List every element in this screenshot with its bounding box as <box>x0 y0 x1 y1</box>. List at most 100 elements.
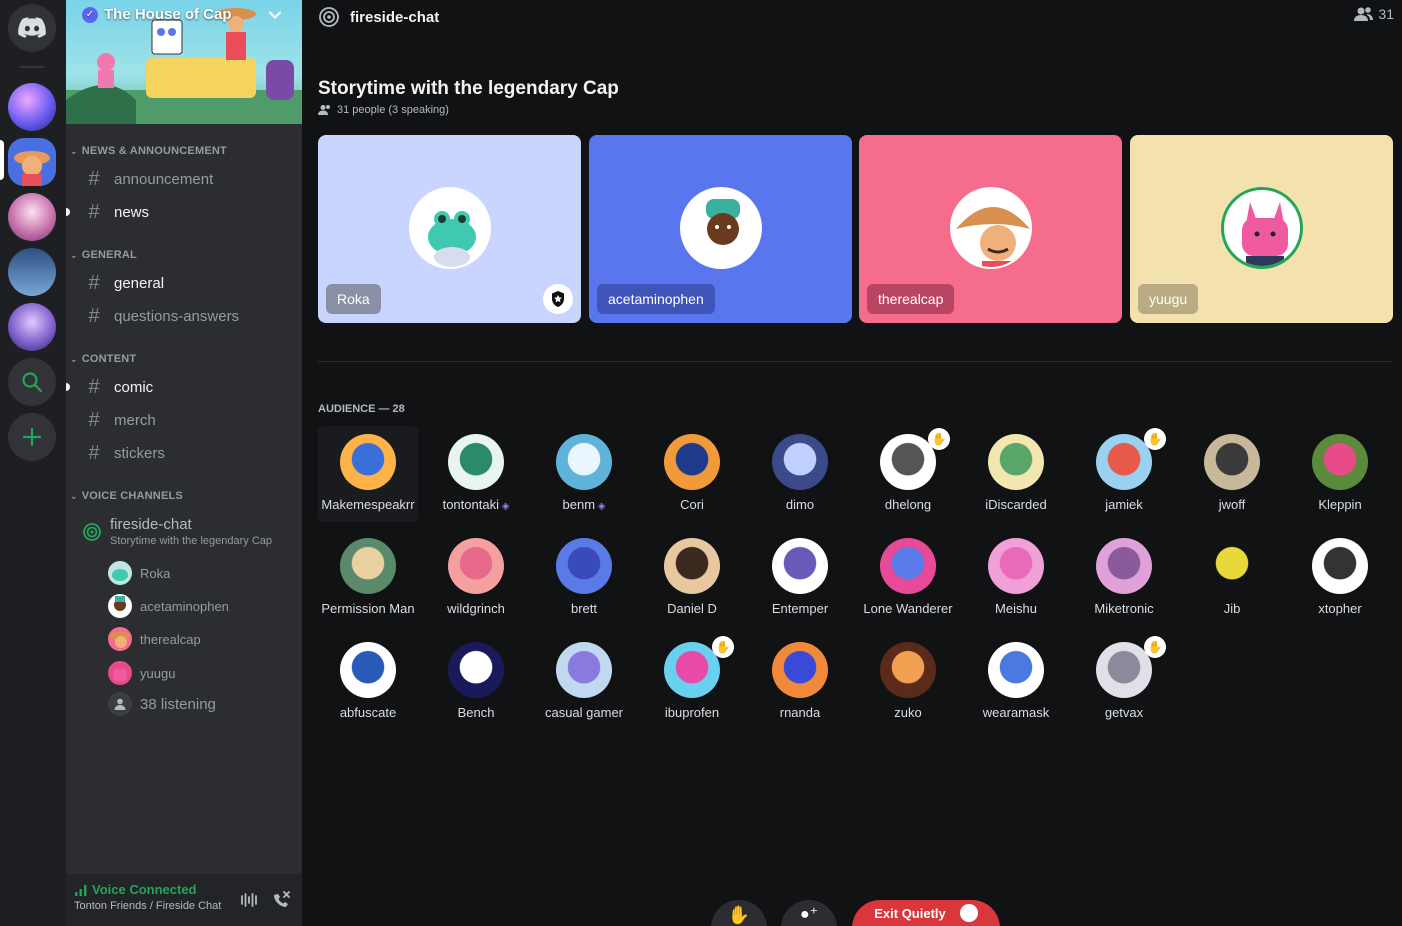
voice-status-subtitle[interactable]: Tonton Friends / Fireside Chat <box>74 900 221 912</box>
avatar <box>556 642 612 698</box>
server-icon-lighthouse[interactable] <box>8 248 56 296</box>
category-label: NEWS & ANNOUNCEMENT <box>81 145 227 157</box>
raise-hand-button[interactable]: ✋ <box>711 900 767 926</box>
audience-member-entemper[interactable]: Entemper <box>750 530 850 626</box>
audience-member-brett[interactable]: brett <box>534 530 634 626</box>
audience-member-makemespeakrr[interactable]: Makemespeakrr <box>318 426 418 522</box>
channel-stickers[interactable]: # stickers <box>74 437 294 469</box>
category-content[interactable]: ⌄ CONTENT <box>70 353 136 365</box>
voice-user-name: therealcap <box>140 631 201 647</box>
audience-member-ibuprofen[interactable]: ibuprofen ✋ <box>642 634 742 730</box>
speaker-tile-acetaminophen[interactable]: acetaminophen <box>589 135 852 323</box>
stage-view: fireside-chat 31 Storytime with the lege… <box>302 0 1402 926</box>
listening-count[interactable]: 38 listening <box>108 690 216 718</box>
noise-suppression-icon[interactable] <box>240 891 258 909</box>
channel-merch[interactable]: # merch <box>74 404 294 436</box>
audience-member-name: Jib <box>1172 601 1292 616</box>
speaker-tile-therealcap[interactable]: therealcap <box>859 135 1122 323</box>
channel-label: news <box>114 203 150 221</box>
channel-news[interactable]: # news <box>66 196 294 228</box>
avatar <box>664 434 720 490</box>
audience-member-dimo[interactable]: dimo <box>750 426 850 522</box>
category-label: CONTENT <box>81 353 137 365</box>
channel-sidebar: ✓ The House of Cap ⌄ NEWS & ANNOUNCEMENT … <box>66 0 302 926</box>
member-name-text: Permission Man <box>321 601 415 616</box>
speaker-tile-yuugu[interactable]: yuugu <box>1130 135 1393 323</box>
member-count-button[interactable]: 31 <box>1354 6 1394 22</box>
audience-member-jamiek[interactable]: jamiek ✋ <box>1074 426 1174 522</box>
chevron-down-icon[interactable] <box>268 8 282 22</box>
cap-avatar-icon <box>14 151 50 186</box>
member-name-text: jwoff <box>1218 497 1246 512</box>
voice-user-yuugu[interactable]: yuugu <box>108 659 175 687</box>
audience-member-permission-man[interactable]: Permission Man <box>318 530 418 626</box>
avatar <box>408 187 491 269</box>
voice-user-therealcap[interactable]: therealcap <box>108 625 201 653</box>
audience-member-meishu[interactable]: Meishu <box>966 530 1066 626</box>
stage-channel-fireside-chat[interactable]: fireside-chat Storytime with the legenda… <box>74 512 294 556</box>
channel-comic[interactable]: # comic <box>66 371 294 403</box>
explore-servers-button[interactable] <box>8 358 56 406</box>
nitro-boost-icon: ◈ <box>595 501 606 512</box>
channel-label: announcement <box>114 170 214 188</box>
raised-hand-icon: ✋ <box>1144 428 1166 450</box>
member-name-text: iDiscarded <box>985 497 1047 512</box>
server-icon-house-of-cap[interactable] <box>8 138 56 186</box>
audience-member-cori[interactable]: Cori <box>642 426 742 522</box>
audience-member-tontontaki[interactable]: tontontaki ◈ <box>426 426 526 522</box>
audience-member-daniel-d[interactable]: Daniel D <box>642 530 742 626</box>
audience-member-name: Lone Wanderer <box>848 601 968 616</box>
audience-member-wearamask[interactable]: wearamask <box>966 634 1066 730</box>
member-name-text: benm <box>562 497 596 512</box>
audience-member-dhelong[interactable]: dhelong ✋ <box>858 426 958 522</box>
add-server-button[interactable] <box>8 413 56 461</box>
audience-member-miketronic[interactable]: Miketronic <box>1074 530 1174 626</box>
member-name-text: Entemper <box>771 601 829 616</box>
audience-member-rnanda[interactable]: rnanda <box>750 634 850 730</box>
stage-subtitle-text: 31 people (3 speaking) <box>337 104 449 116</box>
voice-user-acetaminophen[interactable]: acetaminophen <box>108 592 229 620</box>
category-voice-channels[interactable]: ⌄ VOICE CHANNELS <box>70 490 183 502</box>
audience-member-casual-gamer[interactable]: casual gamer <box>534 634 634 730</box>
audience-member-abfuscate[interactable]: abfuscate <box>318 634 418 730</box>
audience-member-lone-wanderer[interactable]: Lone Wanderer <box>858 530 958 626</box>
voice-connected-status[interactable]: Voice Connected <box>74 882 197 897</box>
home-button[interactable] <box>8 4 56 52</box>
audience-member-jib[interactable]: Jib <box>1182 530 1282 626</box>
voice-user-roka[interactable]: Roka <box>108 559 170 587</box>
chevron-down-icon: ⌄ <box>70 490 78 501</box>
category-news[interactable]: ⌄ NEWS & ANNOUNCEMENT <box>70 145 227 157</box>
server-icon-galaxy[interactable] <box>8 83 56 131</box>
hash-icon: # <box>88 304 100 327</box>
audience-member-wildgrinch[interactable]: wildgrinch <box>426 530 526 626</box>
stage-subtitle: 31 people (3 speaking) <box>318 104 449 116</box>
audience-member-name: tontontaki ◈ <box>416 497 536 512</box>
speaker-tile-roka[interactable]: Roka <box>318 135 581 323</box>
audience-member-jwoff[interactable]: jwoff <box>1182 426 1282 522</box>
audience-member-kleppin[interactable]: Kleppin <box>1290 426 1390 522</box>
disconnect-call-icon[interactable] <box>270 889 292 911</box>
category-general[interactable]: ⌄ GENERAL <box>70 249 137 261</box>
server-icon-anime[interactable] <box>8 303 56 351</box>
server-icon-astronaut[interactable] <box>8 193 56 241</box>
server-banner[interactable]: ✓ The House of Cap <box>66 0 302 124</box>
channel-announcement[interactable]: # announcement <box>74 163 294 195</box>
raised-hand-icon: ✋ <box>1144 636 1166 658</box>
audience-member-benm[interactable]: benm ◈ <box>534 426 634 522</box>
channel-questions-answers[interactable]: # questions-answers <box>74 300 294 332</box>
member-name-text: jamiek <box>1105 497 1143 512</box>
voice-user-name: yuugu <box>140 665 176 681</box>
avatar <box>340 434 396 490</box>
audience-member-zuko[interactable]: zuko <box>858 634 958 730</box>
audience-member-name: benm ◈ <box>524 497 644 512</box>
invite-button[interactable]: ●⁺ <box>781 900 837 926</box>
audience-member-xtopher[interactable]: xtopher <box>1290 530 1390 626</box>
audience-member-getvax[interactable]: getvax ✋ <box>1074 634 1174 730</box>
avatar <box>988 434 1044 490</box>
speaker-name: therealcap <box>867 284 955 314</box>
channel-general[interactable]: # general <box>74 267 294 299</box>
audience-member-idiscarded[interactable]: iDiscarded <box>966 426 1066 522</box>
leave-stage-button[interactable]: Exit Quietly <box>852 900 1000 926</box>
audience-member-bench[interactable]: Bench <box>426 634 526 730</box>
exit-icon <box>959 904 978 922</box>
